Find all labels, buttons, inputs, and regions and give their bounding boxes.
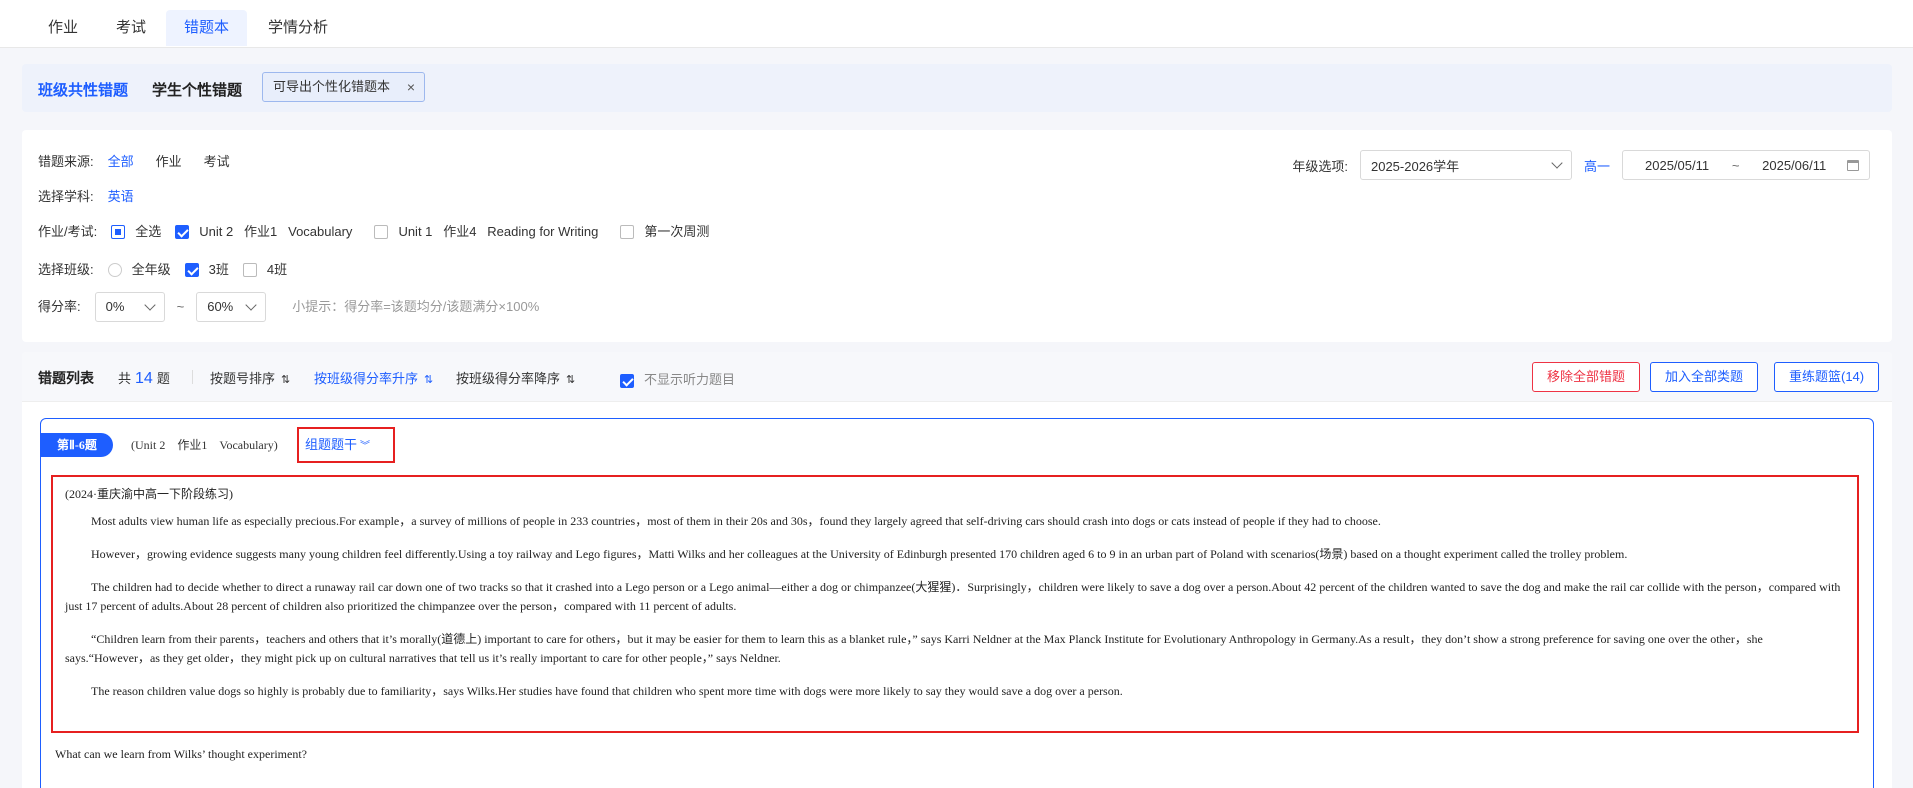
tab-wrong-question-book[interactable]: 错题本: [166, 10, 248, 46]
source-option-all[interactable]: 全部: [108, 152, 134, 172]
list-header: 错题列表 共 14 题 按题号排序 ⇅ 按班级得分率升序 ⇅ 按班级得分率降序 ⇅ 不显示…: [22, 352, 1892, 402]
sort-asc-label: 按班级得分率升序: [314, 371, 419, 386]
subject-option-english[interactable]: 英语: [108, 187, 134, 207]
source-filter-row: 错题来源: 全部 作业 考试: [38, 152, 252, 172]
export-tag-label: 可导出个性化错题本: [273, 79, 391, 94]
sort-by-number[interactable]: 按题号排序 ⇅: [210, 368, 290, 387]
question-card: 第Ⅱ-6题 (Unit 2 作业1 Vocabulary) 组题题干 ︾ (202…: [40, 418, 1874, 788]
sort-desc-label: 按班级得分率降序: [456, 371, 561, 386]
date-range-picker[interactable]: 2025/05/11 ~ 2025/06/11: [1622, 150, 1870, 180]
sort-by-number-label: 按题号排序: [210, 371, 276, 386]
class-option-3[interactable]: 3班: [209, 260, 229, 280]
class-option-all-grade[interactable]: 全年级: [132, 260, 171, 280]
class-radio-all-grade[interactable]: [107, 263, 122, 277]
add-all-similar-button[interactable]: 加入全部类题: [1650, 362, 1759, 392]
source-label: 错题来源:: [38, 154, 94, 169]
date-end: 2025/06/11: [1762, 157, 1827, 173]
subject-filter-row: 选择学科: 英语: [38, 187, 156, 207]
chevron-down-icon: [1551, 157, 1563, 169]
score-filter-row: 得分率: 0% ~ 60% 小提示：得分率=该题均分/该题满分×100%: [38, 292, 539, 322]
score-hint: 小提示：得分率=该题均分/该题满分×100%: [292, 299, 540, 314]
passage-paragraph: However，growing evidence suggests many y…: [91, 547, 1628, 561]
score-label: 得分率:: [38, 299, 81, 314]
task-filter-row: 作业/考试: 全选 Unit 2 作业1 Vocabulary Unit 1 作…: [38, 222, 731, 242]
list-title: 错题列表: [38, 370, 94, 386]
remove-all-button[interactable]: 移除全部错题: [1532, 362, 1641, 392]
grade-level-link[interactable]: 高一: [1584, 156, 1610, 175]
select-all-checkbox[interactable]: [111, 225, 126, 239]
passage-paragraph: The children had to decide whether to di…: [65, 580, 1841, 613]
score-max-select[interactable]: 60%: [196, 292, 267, 322]
question-prompt: What can we learn from Wilks’ thought ex…: [55, 747, 307, 761]
class-checkbox-4[interactable]: [242, 263, 257, 277]
question-passage: (2024·重庆渝中高一下阶段练习) Most adults view huma…: [51, 475, 1859, 733]
class-label: 选择班级:: [38, 262, 94, 277]
source-option-homework[interactable]: 作业: [156, 152, 182, 172]
passage-paragraph: “Children learn from their parents，teach…: [65, 632, 1763, 665]
header-divider: [192, 370, 193, 384]
date-start: 2025/05/11: [1645, 157, 1710, 173]
class-option-4[interactable]: 4班: [267, 260, 287, 280]
count-number: 14: [135, 370, 153, 387]
sort-icon: ⇅: [281, 374, 291, 386]
sort-by-class-score-asc[interactable]: 按班级得分率升序 ⇅: [314, 368, 433, 387]
score-max-value: 60%: [207, 299, 234, 314]
question-source: (Unit 2 作业1 Vocabulary): [131, 438, 278, 452]
source-option-exam[interactable]: 考试: [204, 152, 230, 172]
sort-icon: ⇅: [424, 374, 434, 386]
task-label-weekly-test[interactable]: 第一次周测: [644, 222, 709, 242]
date-tilde: ~: [1731, 157, 1740, 173]
tab-exam[interactable]: 考试: [98, 10, 164, 46]
subject-label: 选择学科:: [38, 189, 94, 204]
wrong-question-list: 错题列表 共 14 题 按题号排序 ⇅ 按班级得分率升序 ⇅ 按班级得分率降序 ⇅ 不显示…: [22, 352, 1892, 788]
subtab-panel: 班级共性错题 学生个性错题 可导出个性化错题本 ×: [22, 64, 1892, 112]
task-label: 作业/考试:: [38, 224, 98, 239]
task-checkbox-weekly-test[interactable]: [620, 225, 635, 239]
score-min-value: 0%: [105, 299, 125, 314]
count-suffix: 题: [156, 371, 170, 386]
sort-by-class-score-desc[interactable]: 按班级得分率降序 ⇅: [456, 368, 575, 387]
tab-learning-analysis[interactable]: 学情分析: [250, 10, 346, 46]
grade-year-select[interactable]: 2025-2026学年: [1359, 150, 1572, 180]
subtab-class-common[interactable]: 班级共性错题: [38, 79, 128, 100]
close-icon[interactable]: ×: [407, 73, 415, 101]
count-prefix: 共: [118, 371, 132, 386]
question-count: 共 14 题: [118, 368, 170, 388]
group-stem-button[interactable]: 组题题干 ︾: [297, 427, 395, 463]
subtab-student-personal[interactable]: 学生个性错题: [152, 79, 242, 100]
task-checkbox-unit2[interactable]: [175, 225, 190, 239]
sort-icon: ⇅: [566, 374, 576, 386]
hide-listening-checkbox[interactable]: [620, 373, 634, 388]
chevron-down-icon: [245, 299, 257, 311]
passage-paragraph: The reason children value dogs so highly…: [91, 684, 1123, 698]
grade-label: 年级选项:: [1292, 158, 1348, 174]
select-all-label[interactable]: 全选: [135, 222, 161, 242]
retrain-basket-button[interactable]: 重练题篮(14): [1774, 362, 1880, 392]
top-tab-bar: 作业 考试 错题本 学情分析: [0, 0, 1913, 48]
tab-homework[interactable]: 作业: [30, 10, 96, 46]
calendar-icon: [1846, 159, 1859, 171]
grade-year-value: 2025-2026学年: [1370, 158, 1460, 174]
chevron-down-icon: [143, 299, 156, 311]
hide-listening-toggle[interactable]: 不显示听力题目: [620, 369, 735, 388]
passage-paragraph: Most adults view human life as especiall…: [91, 514, 1381, 528]
class-filter-row: 选择班级: 全年级 3班 4班: [38, 260, 309, 280]
score-min-select[interactable]: 0%: [94, 292, 165, 322]
task-label-unit1[interactable]: Unit 1 作业4 Reading for Writing: [398, 222, 598, 242]
task-checkbox-unit1[interactable]: [374, 225, 389, 239]
double-chevron-down-icon: ︾: [360, 441, 371, 452]
hide-listening-label: 不显示听力题目: [644, 372, 736, 387]
group-stem-label: 组题题干: [305, 437, 358, 452]
grade-date-area: 年级选项: 2025-2026学年 高一 2025/05/11 ~ 2025/0…: [1292, 150, 1870, 180]
export-tag[interactable]: 可导出个性化错题本 ×: [262, 72, 426, 102]
score-tilde: ~: [176, 299, 185, 314]
question-number-badge: 第Ⅱ-6题: [41, 433, 113, 457]
passage-source: (2024·重庆渝中高一下阶段练习): [65, 487, 233, 501]
task-label-unit2[interactable]: Unit 2 作业1 Vocabulary: [199, 222, 352, 242]
filter-panel: 错题来源: 全部 作业 考试 选择学科: 英语 作业/考试: 全选 Unit 2…: [22, 130, 1892, 342]
class-checkbox-3[interactable]: [184, 263, 199, 277]
